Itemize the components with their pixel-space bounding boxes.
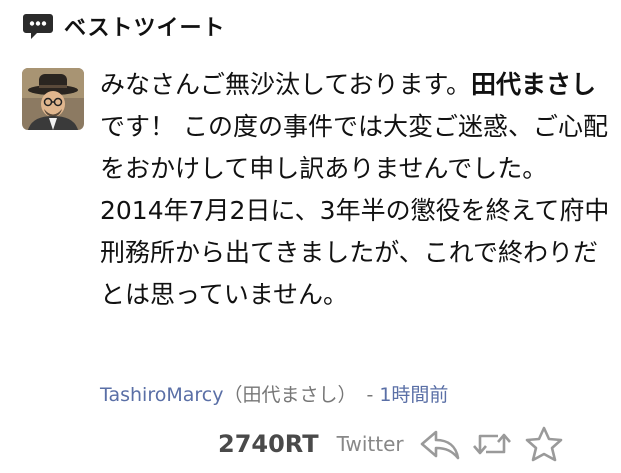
tweet-footer: 2740RT Twitter <box>218 424 568 464</box>
tweet-timestamp[interactable]: 1時間前 <box>379 384 448 406</box>
star-icon[interactable] <box>520 424 568 464</box>
tweet-source: Twitter <box>336 432 404 456</box>
best-tweet-header: ベストツイート <box>20 8 225 44</box>
retweet-count: 2740RT <box>218 430 319 458</box>
tweet-text-part-1: みなさんご無沙汰しております。 <box>100 70 472 99</box>
tweet-fullname: （田代まさし） <box>223 384 357 406</box>
tweet-meta: TashiroMarcy（田代まさし） -1時間前 <box>100 380 448 407</box>
reply-icon[interactable] <box>416 424 464 464</box>
meta-separator: - <box>366 384 374 406</box>
user-avatar[interactable] <box>22 68 84 130</box>
tweet-text-part-2: です！ この度の事件では大変ご迷惑、ご心配をおかけして申し訳ありませんでした。 … <box>100 112 610 309</box>
header-title: ベストツイート <box>64 16 226 41</box>
tweet-username[interactable]: TashiroMarcy <box>100 384 223 406</box>
retweet-icon[interactable] <box>468 424 516 464</box>
tweet-text-author-name: 田代まさし <box>471 70 597 99</box>
tweet-text: みなさんご無沙汰しております。田代まさしです！ この度の事件では大変ご迷惑、ご心… <box>100 64 615 316</box>
speech-bubble-icon <box>20 8 56 44</box>
